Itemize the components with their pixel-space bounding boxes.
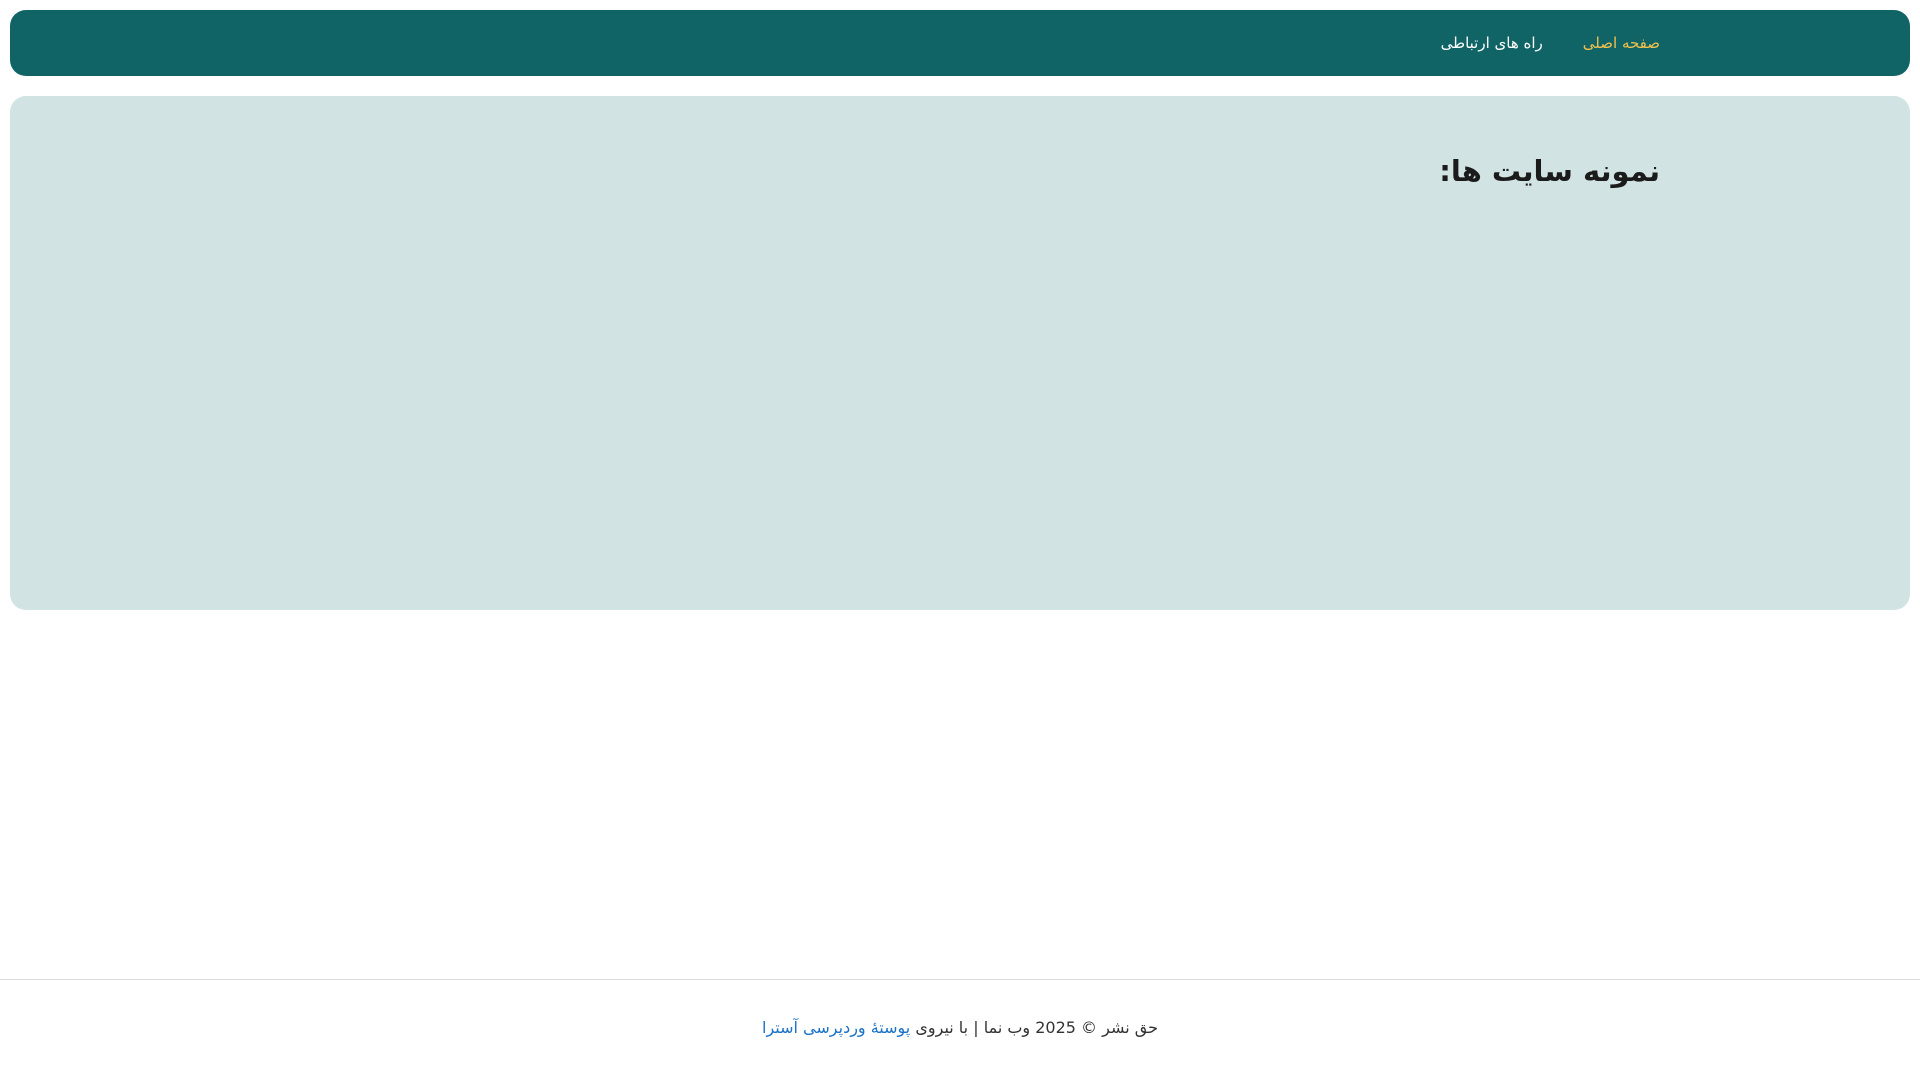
nav-link-contact[interactable]: راه های ارتباطی bbox=[1441, 34, 1543, 52]
theme-link[interactable]: پوستهٔ وردپرسی آسترا bbox=[762, 1018, 910, 1037]
site-header: صفحه اصلی راه های ارتباطی bbox=[10, 10, 1910, 76]
section-title: نمونه سایت ها: bbox=[1439, 154, 1660, 188]
content-section: نمونه سایت ها: bbox=[10, 96, 1910, 610]
copyright-text: حق نشر © 2025 وب نما | با نیروی bbox=[915, 1018, 1158, 1037]
footer-divider bbox=[0, 979, 1920, 980]
main-navigation: صفحه اصلی راه های ارتباطی bbox=[1441, 10, 1660, 76]
nav-link-home[interactable]: صفحه اصلی bbox=[1583, 34, 1660, 52]
site-footer: حق نشر © 2025 وب نما | با نیروی پوستهٔ و… bbox=[0, 1018, 1920, 1037]
